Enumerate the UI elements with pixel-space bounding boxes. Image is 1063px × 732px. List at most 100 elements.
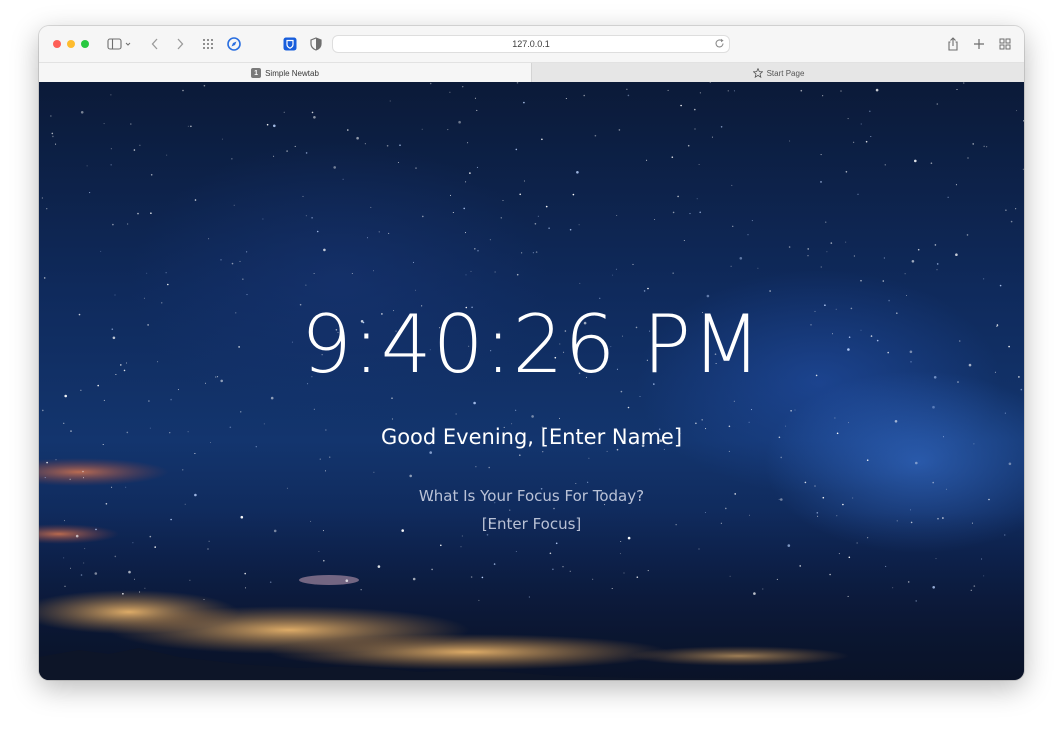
star xyxy=(75,534,79,538)
star xyxy=(467,142,469,144)
star xyxy=(860,279,862,282)
star xyxy=(562,566,564,568)
star xyxy=(820,266,822,268)
star xyxy=(535,251,538,253)
star xyxy=(910,509,911,511)
star xyxy=(388,232,390,234)
star xyxy=(323,248,326,252)
star xyxy=(834,417,836,419)
star xyxy=(488,466,491,469)
tab-label: Start Page xyxy=(766,68,805,78)
star xyxy=(696,198,698,200)
star xyxy=(711,136,713,138)
star xyxy=(203,599,205,600)
star xyxy=(500,217,502,219)
star xyxy=(748,421,750,423)
address-bar[interactable]: 127.0.0.1 xyxy=(332,35,730,53)
star xyxy=(699,92,701,94)
star xyxy=(1022,168,1024,170)
star xyxy=(528,596,530,598)
chevron-right-icon xyxy=(177,38,184,50)
star xyxy=(825,221,827,223)
star xyxy=(302,195,304,197)
star xyxy=(804,481,807,484)
star xyxy=(579,282,581,284)
star xyxy=(461,535,463,537)
tab-simple-newtab[interactable]: 1 Simple Newtab xyxy=(39,63,531,83)
star xyxy=(553,507,555,510)
greeting-name-field[interactable]: Good Evening, [Enter Name] xyxy=(39,424,1024,450)
star xyxy=(148,400,150,402)
star xyxy=(780,456,782,459)
star xyxy=(857,193,859,195)
sidebar-toggle-button[interactable] xyxy=(105,34,135,54)
star xyxy=(542,451,544,453)
new-tab-button[interactable] xyxy=(971,34,987,54)
close-window-button[interactable] xyxy=(53,40,61,48)
star xyxy=(100,250,102,252)
star xyxy=(930,162,933,164)
star xyxy=(983,575,985,577)
star xyxy=(845,171,848,173)
star xyxy=(706,294,710,298)
tab-overview-button[interactable] xyxy=(997,34,1013,54)
compass-extension-button[interactable] xyxy=(225,34,243,54)
star xyxy=(680,104,682,107)
star xyxy=(240,411,242,413)
star xyxy=(627,406,630,409)
star xyxy=(41,197,43,199)
star xyxy=(894,420,898,423)
star xyxy=(531,415,534,418)
star xyxy=(1008,462,1012,466)
minimize-window-button[interactable] xyxy=(67,40,75,48)
star xyxy=(523,101,525,104)
privacy-report-button[interactable] xyxy=(307,34,325,54)
star xyxy=(318,551,320,552)
star xyxy=(884,164,886,166)
star xyxy=(541,138,543,141)
back-button[interactable] xyxy=(147,34,163,54)
forward-button[interactable] xyxy=(172,34,188,54)
star xyxy=(447,129,449,131)
star xyxy=(46,461,48,464)
star xyxy=(84,548,86,550)
star xyxy=(575,483,577,484)
star xyxy=(356,136,359,140)
star xyxy=(1015,208,1017,210)
star xyxy=(246,251,248,253)
star xyxy=(132,542,134,544)
reload-button[interactable] xyxy=(714,38,725,51)
star xyxy=(409,474,413,478)
star xyxy=(351,273,353,274)
share-button[interactable] xyxy=(945,34,961,54)
tab-bar: 1 Simple Newtab Start Page xyxy=(39,62,1024,83)
star xyxy=(55,143,57,145)
tab-favicon-badge: 1 xyxy=(251,68,262,78)
star xyxy=(83,562,85,564)
star xyxy=(305,215,307,217)
star xyxy=(790,410,792,412)
star xyxy=(757,267,759,269)
star xyxy=(537,215,539,217)
zoom-window-button[interactable] xyxy=(81,40,89,48)
star xyxy=(130,123,132,125)
star xyxy=(565,98,567,99)
star xyxy=(698,548,700,550)
star xyxy=(647,287,649,290)
star xyxy=(576,171,579,174)
star xyxy=(885,565,887,567)
star xyxy=(367,237,368,239)
star xyxy=(932,405,935,409)
star xyxy=(914,159,917,163)
focus-input[interactable]: [Enter Focus] xyxy=(39,514,1024,534)
extensions-grid-button[interactable] xyxy=(199,34,217,54)
star xyxy=(578,224,580,226)
star xyxy=(704,512,706,513)
star xyxy=(904,273,906,275)
star xyxy=(646,159,648,161)
star xyxy=(867,537,869,539)
tab-start-page[interactable]: Start Page xyxy=(531,63,1024,83)
star xyxy=(360,589,362,591)
bitwarden-extension-button[interactable] xyxy=(281,34,299,54)
star xyxy=(311,217,313,219)
